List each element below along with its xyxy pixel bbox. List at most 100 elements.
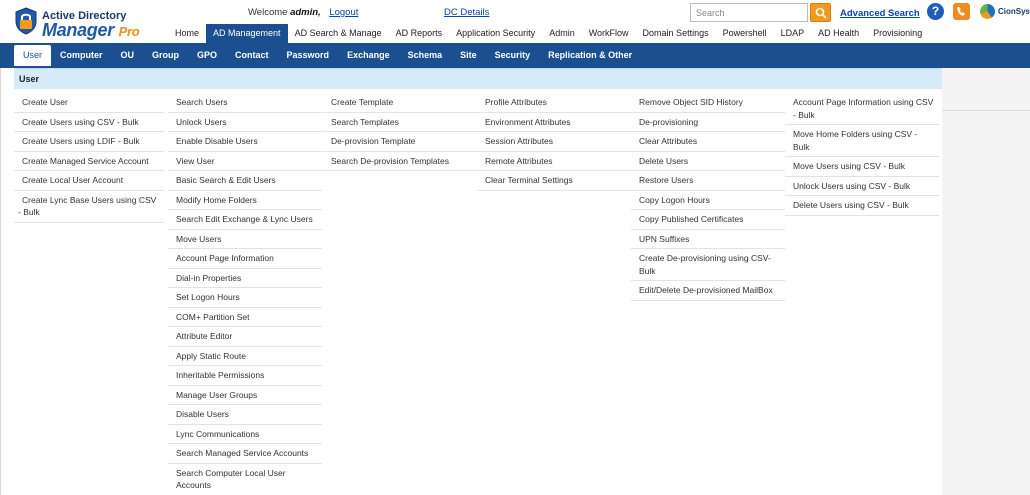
tab-contact[interactable]: Contact bbox=[226, 45, 278, 66]
menu-item-search-computer-local-user-accounts[interactable]: Search Computer Local User Accounts bbox=[168, 464, 322, 495]
menu-item-profile-attributes[interactable]: Profile Attributes bbox=[477, 93, 631, 113]
menu-item-move-users-using-csv-bulk[interactable]: Move Users using CSV - Bulk bbox=[785, 157, 939, 177]
advanced-search-link[interactable]: Advanced Search bbox=[840, 8, 920, 19]
tab-exchange[interactable]: Exchange bbox=[338, 45, 399, 66]
menu-column-3: Create Template Search Templates De-provis… bbox=[323, 93, 477, 171]
menu-item-lync-communications[interactable]: Lync Communications bbox=[168, 425, 322, 444]
menu-item-disable-users[interactable]: Disable Users bbox=[168, 405, 322, 425]
menu-item-view-user[interactable]: View User bbox=[168, 152, 322, 171]
menu-item-copy-published-certificates[interactable]: Copy Published Certificates bbox=[631, 210, 785, 230]
company-logo[interactable]: CionSys bbox=[980, 3, 1030, 21]
search-icon bbox=[815, 7, 827, 19]
tab-site[interactable]: Site bbox=[451, 45, 486, 66]
logout-link[interactable]: Logout bbox=[329, 7, 358, 18]
menu-item-modify-home-folders[interactable]: Modify Home Folders bbox=[168, 191, 322, 210]
right-panel-divider bbox=[942, 110, 1030, 111]
menu-item-attribute-editor[interactable]: Attribute Editor bbox=[168, 327, 322, 347]
menu-item-delete-users-using-csv-bulk[interactable]: Delete Users using CSV - Bulk bbox=[785, 196, 939, 216]
menu-column-2: Search Users Unlock Users Enable Disable U… bbox=[168, 93, 322, 495]
topnav-ad-reports[interactable]: AD Reports bbox=[389, 24, 450, 43]
dc-details-link[interactable]: DC Details bbox=[444, 7, 489, 18]
tab-security[interactable]: Security bbox=[486, 45, 540, 66]
menu-item-remote-attributes[interactable]: Remote Attributes bbox=[477, 152, 631, 171]
menu-column-4: Profile Attributes Environment Attributes… bbox=[477, 93, 631, 191]
tab-replication-other[interactable]: Replication & Other bbox=[539, 45, 641, 66]
menu-item-set-logon-hours[interactable]: Set Logon Hours bbox=[168, 288, 322, 308]
tab-schema[interactable]: Schema bbox=[399, 45, 452, 66]
logo-line2: Manager Pro bbox=[42, 20, 140, 41]
search-input[interactable]: Search bbox=[690, 3, 808, 22]
menu-item-search-users[interactable]: Search Users bbox=[168, 93, 322, 113]
menu-item-search-edit-exchange-lync-users[interactable]: Search Edit Exchange & Lync Users bbox=[168, 210, 322, 230]
menu-item-clear-terminal-settings[interactable]: Clear Terminal Settings bbox=[477, 171, 631, 191]
menu-item-delete-users[interactable]: Delete Users bbox=[631, 152, 785, 171]
logo-pro: Pro bbox=[118, 24, 140, 39]
menu-item-enable-disable-users[interactable]: Enable Disable Users bbox=[168, 132, 322, 152]
help-icon[interactable]: ? bbox=[927, 3, 944, 20]
menu-item-create-template[interactable]: Create Template bbox=[323, 93, 477, 113]
menu-item-search-managed-service-accounts[interactable]: Search Managed Service Accounts bbox=[168, 444, 322, 464]
topnav-ldap[interactable]: LDAP bbox=[774, 24, 812, 43]
menu-item-account-page-information-using-csv-bulk[interactable]: Account Page Information using CSV - Bul… bbox=[785, 93, 939, 125]
topnav-provisioning[interactable]: Provisioning bbox=[866, 24, 929, 43]
menu-item-create-user[interactable]: Create User bbox=[14, 93, 164, 113]
menu-item-manage-user-groups[interactable]: Manage User Groups bbox=[168, 386, 322, 405]
tab-user[interactable]: User bbox=[14, 45, 52, 66]
menu-item-create-users-using-csv-bulk[interactable]: Create Users using CSV - Bulk bbox=[14, 113, 164, 132]
menu-item-copy-logon-hours[interactable]: Copy Logon Hours bbox=[631, 191, 785, 210]
menu-item-search-templates[interactable]: Search Templates bbox=[323, 113, 477, 132]
right-panel bbox=[942, 68, 1030, 495]
menu-item-create-users-using-ldif-bulk[interactable]: Create Users using LDIF - Bulk bbox=[14, 132, 164, 152]
topnav-ad-management[interactable]: AD Management bbox=[206, 24, 288, 43]
menu-item-unlock-users[interactable]: Unlock Users bbox=[168, 113, 322, 132]
menu-item-de-provision-template[interactable]: De-provision Template bbox=[323, 132, 477, 152]
menu-item-session-attributes[interactable]: Session Attributes bbox=[477, 132, 631, 152]
tab-ou[interactable]: OU bbox=[112, 45, 144, 66]
tab-group[interactable]: Group bbox=[143, 45, 188, 66]
tab-computer[interactable]: Computer bbox=[51, 45, 112, 66]
menu-item-com-partition-set[interactable]: COM+ Partition Set bbox=[168, 308, 322, 327]
menu-item-remove-object-sid-history[interactable]: Remove Object SID History bbox=[631, 93, 785, 113]
menu-item-basic-search-edit-users[interactable]: Basic Search & Edit Users bbox=[168, 171, 322, 191]
menu-item-unlock-users-using-csv-bulk[interactable]: Unlock Users using CSV - Bulk bbox=[785, 177, 939, 196]
menu-item-edit-delete-de-provisioned-mailbox[interactable]: Edit/Delete De-provisioned MailBox bbox=[631, 281, 785, 301]
welcome-prefix: Welcome bbox=[248, 7, 288, 18]
topnav-domain-settings[interactable]: Domain Settings bbox=[636, 24, 716, 43]
menu-item-move-home-folders-using-csv-bulk[interactable]: Move Home Folders using CSV - Bulk bbox=[785, 125, 939, 157]
topnav-admin[interactable]: Admin bbox=[542, 24, 582, 43]
menu-item-upn-suffixes[interactable]: UPN Suffixes bbox=[631, 230, 785, 249]
topnav-home[interactable]: Home bbox=[168, 24, 206, 43]
menu-item-create-de-provisioning-using-csv-bulk[interactable]: Create De-provisioning using CSV-Bulk bbox=[631, 249, 785, 281]
welcome-text: Welcome admin, Logout bbox=[248, 7, 358, 18]
tab-password[interactable]: Password bbox=[278, 45, 339, 66]
menu-item-apply-static-route[interactable]: Apply Static Route bbox=[168, 347, 322, 366]
search-button[interactable] bbox=[810, 3, 831, 22]
menu-item-dial-in-properties[interactable]: Dial-in Properties bbox=[168, 269, 322, 288]
top-navigation: Home AD Management AD Search & Manage AD Re… bbox=[168, 24, 929, 43]
menu-item-create-lync-base-users-using-csv-bulk[interactable]: Create Lync Base Users using CSV - Bulk bbox=[14, 191, 164, 223]
menu-item-move-users[interactable]: Move Users bbox=[168, 230, 322, 249]
topnav-workflow[interactable]: WorkFlow bbox=[582, 24, 636, 43]
menu-item-create-managed-service-account[interactable]: Create Managed Service Account bbox=[14, 152, 164, 171]
menu-item-account-page-information[interactable]: Account Page Information bbox=[168, 249, 322, 269]
menu-item-restore-users[interactable]: Restore Users bbox=[631, 171, 785, 191]
menu-item-create-local-user-account[interactable]: Create Local User Account bbox=[14, 171, 164, 191]
menu-item-de-provisioning[interactable]: De-provisioning bbox=[631, 113, 785, 132]
topnav-powershell[interactable]: Powershell bbox=[716, 24, 774, 43]
menu-item-inheritable-permissions[interactable]: Inheritable Permissions bbox=[168, 366, 322, 386]
topnav-application-security[interactable]: Application Security bbox=[449, 24, 542, 43]
menu-item-search-de-provision-templates[interactable]: Search De-provision Templates bbox=[323, 152, 477, 171]
sub-navigation: User Computer OU Group GPO Contact Password Exc… bbox=[0, 43, 1030, 68]
left-border bbox=[0, 68, 1, 495]
menu-item-clear-attributes[interactable]: Clear Attributes bbox=[631, 132, 785, 152]
page: Active Directory Manager Pro Welcome adm… bbox=[0, 0, 1030, 495]
tab-gpo[interactable]: GPO bbox=[188, 45, 226, 66]
menu-item-environment-attributes[interactable]: Environment Attributes bbox=[477, 113, 631, 132]
menu-header: User bbox=[14, 68, 942, 89]
topnav-ad-search-manage[interactable]: AD Search & Manage bbox=[288, 24, 389, 43]
company-name: CionSys bbox=[998, 7, 1030, 16]
menu-column-5: Remove Object SID History De-provisioning… bbox=[631, 93, 785, 301]
topnav-ad-health[interactable]: AD Health bbox=[811, 24, 866, 43]
phone-icon[interactable] bbox=[953, 3, 970, 20]
app-logo[interactable]: Active Directory Manager Pro bbox=[14, 6, 174, 41]
